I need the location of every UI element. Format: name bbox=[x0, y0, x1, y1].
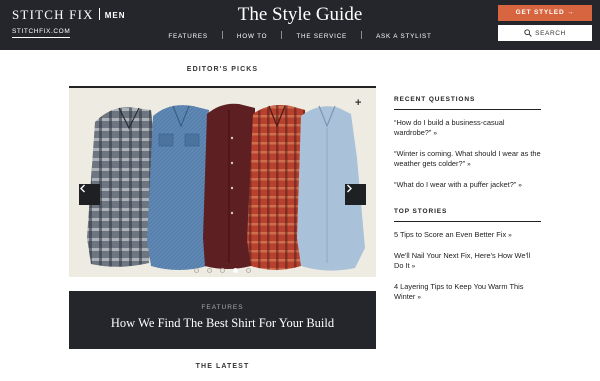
chevron-right-icon: » bbox=[467, 161, 471, 168]
featured-caption[interactable]: FEATURES How We Find The Best Shirt For … bbox=[69, 291, 376, 349]
editors-picks-carousel: + FEATURES How We Find The Best Shirt Fo… bbox=[69, 86, 376, 349]
list-item[interactable]: “What do I wear with a puffer jacket?”» bbox=[394, 180, 541, 191]
carousel-next-button[interactable] bbox=[345, 184, 366, 205]
list-item[interactable]: “How do I build a business-casual wardro… bbox=[394, 118, 541, 139]
featured-headline[interactable]: How We Find The Best Shirt For Your Buil… bbox=[69, 316, 376, 331]
site-header: STITCH FIX MEN STITCHFIX.COM The Style Gu… bbox=[0, 0, 600, 50]
carousel-dot[interactable] bbox=[207, 268, 212, 273]
shirts-illustration bbox=[87, 103, 365, 271]
editors-picks-heading: EDITOR'S PICKS bbox=[186, 66, 259, 73]
featured-image[interactable]: + bbox=[69, 88, 376, 277]
carousel-dot[interactable] bbox=[246, 268, 251, 273]
question-link[interactable]: “How do I build a business-casual wardro… bbox=[394, 118, 505, 137]
top-stories-list: 5 Tips to Score an Even Better Fix» We'l… bbox=[394, 230, 541, 303]
chevron-right-icon: » bbox=[518, 182, 522, 189]
get-styled-button[interactable]: GET STYLED → bbox=[498, 5, 592, 21]
carousel-dot[interactable] bbox=[220, 268, 225, 273]
carousel-dots bbox=[69, 268, 376, 273]
recent-questions-rule bbox=[394, 109, 541, 110]
list-item[interactable]: “Winter is coming. What should I wear as… bbox=[394, 149, 541, 170]
recent-questions-heading: RECENT QUESTIONS bbox=[394, 96, 476, 103]
search-label: SEARCH bbox=[535, 29, 566, 37]
chevron-right-icon: » bbox=[433, 130, 438, 137]
chevron-right-icon bbox=[347, 184, 352, 193]
recent-questions-list: “How do I build a business-casual wardro… bbox=[394, 118, 541, 191]
recent-questions-section: RECENT QUESTIONS “How do I build a busin… bbox=[394, 93, 541, 201]
featured-category[interactable]: FEATURES bbox=[69, 304, 376, 311]
arrow-right-icon: → bbox=[567, 9, 575, 16]
list-item[interactable]: 5 Tips to Score an Even Better Fix» bbox=[394, 230, 541, 241]
story-link[interactable]: 5 Tips to Score an Even Better Fix bbox=[394, 230, 506, 239]
the-latest-heading: THE LATEST bbox=[195, 363, 250, 370]
search-box[interactable]: SEARCH bbox=[498, 25, 592, 41]
top-stories-rule bbox=[394, 221, 541, 222]
get-styled-label: GET STYLED bbox=[515, 9, 565, 16]
nav-the-service[interactable]: THE SERVICE bbox=[282, 33, 361, 40]
nav-ask-a-stylist[interactable]: ASK A STYLIST bbox=[362, 33, 446, 40]
list-item[interactable]: We'll Nail Your Next Fix, Here's How We'… bbox=[394, 251, 541, 272]
story-link[interactable]: 4 Layering Tips to Keep You Warm This Wi… bbox=[394, 282, 523, 301]
chevron-right-icon: » bbox=[508, 232, 512, 239]
carousel-dot[interactable] bbox=[194, 268, 199, 273]
carousel-dot[interactable] bbox=[233, 268, 238, 273]
chevron-right-icon: » bbox=[411, 263, 416, 270]
chevron-left-icon bbox=[80, 184, 85, 193]
nav-how-to[interactable]: HOW TO bbox=[223, 33, 281, 40]
chevron-right-icon: » bbox=[417, 294, 421, 301]
top-stories-heading: TOP STORIES bbox=[394, 208, 448, 215]
list-item[interactable]: 4 Layering Tips to Keep You Warm This Wi… bbox=[394, 282, 541, 303]
carousel-prev-button[interactable] bbox=[79, 184, 100, 205]
plus-icon[interactable]: + bbox=[355, 98, 361, 109]
top-stories-section: TOP STORIES 5 Tips to Score an Even Bett… bbox=[394, 205, 541, 313]
search-icon bbox=[524, 29, 532, 37]
nav-features[interactable]: FEATURES bbox=[154, 33, 222, 40]
question-link[interactable]: “What do I wear with a puffer jacket?” bbox=[394, 180, 516, 189]
